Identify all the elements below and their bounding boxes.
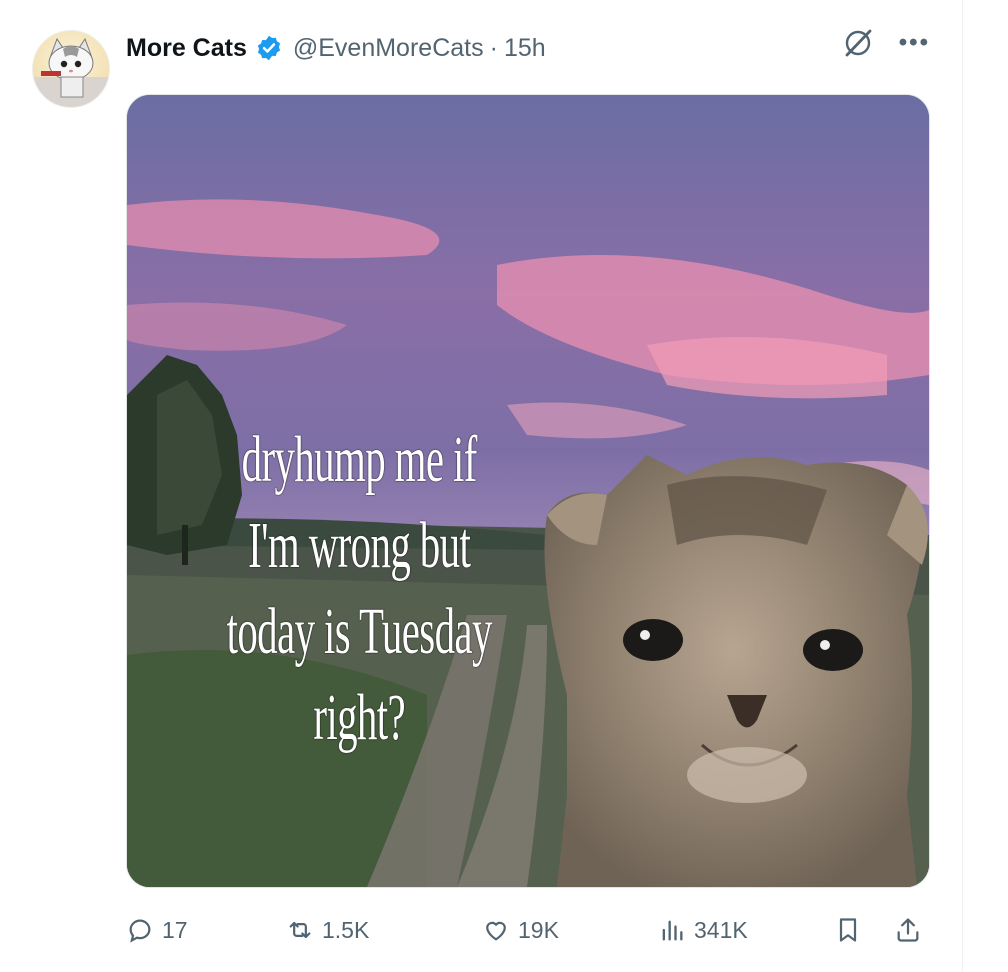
avatar[interactable] — [32, 30, 110, 108]
heart-icon — [486, 921, 506, 941]
author-handle[interactable]: @EvenMoreCats — [293, 34, 484, 63]
like-count: 19K — [518, 916, 559, 943]
share-icon — [897, 918, 919, 942]
views-button[interactable]: 341K — [658, 908, 748, 952]
bookmark-icon — [839, 918, 857, 942]
separator-dot: · — [489, 33, 498, 62]
more-icon[interactable]: ••• — [899, 31, 930, 55]
meme-caption: dryhump me if I'm wrong but today is Tue… — [167, 417, 551, 761]
grok-icon[interactable] — [841, 26, 875, 60]
share-button[interactable] — [894, 908, 922, 952]
views-icon — [662, 920, 683, 941]
verified-badge-icon — [257, 35, 280, 61]
cat-avatar-icon — [33, 37, 109, 107]
meme-caption-line: dryhump me if — [241, 423, 478, 496]
reply-icon — [129, 919, 151, 943]
repost-button[interactable]: 1.5K — [286, 908, 369, 952]
meme-caption-line: I'm wrong but — [248, 509, 471, 582]
post-image[interactable]: dryhump me if I'm wrong but today is Tue… — [126, 94, 930, 888]
reply-button[interactable]: 17 — [126, 908, 188, 952]
bookmark-button[interactable] — [834, 908, 862, 952]
views-count: 341K — [694, 916, 748, 943]
author-name[interactable]: More Cats — [126, 34, 247, 63]
reply-count: 17 — [162, 916, 188, 943]
post-actions: 17 1.5K 19K 341K — [126, 908, 928, 952]
like-button[interactable]: 19K — [482, 908, 559, 952]
post-timestamp[interactable]: 15h — [504, 34, 546, 63]
repost-icon — [289, 921, 311, 939]
post-header: More Cats @EvenMoreCats · 15h — [126, 28, 546, 68]
meme-caption-line: today is Tuesday — [226, 595, 493, 668]
post-top-actions: ••• — [841, 26, 930, 60]
repost-count: 1.5K — [322, 916, 370, 943]
meme-caption-line: right? — [313, 681, 406, 754]
